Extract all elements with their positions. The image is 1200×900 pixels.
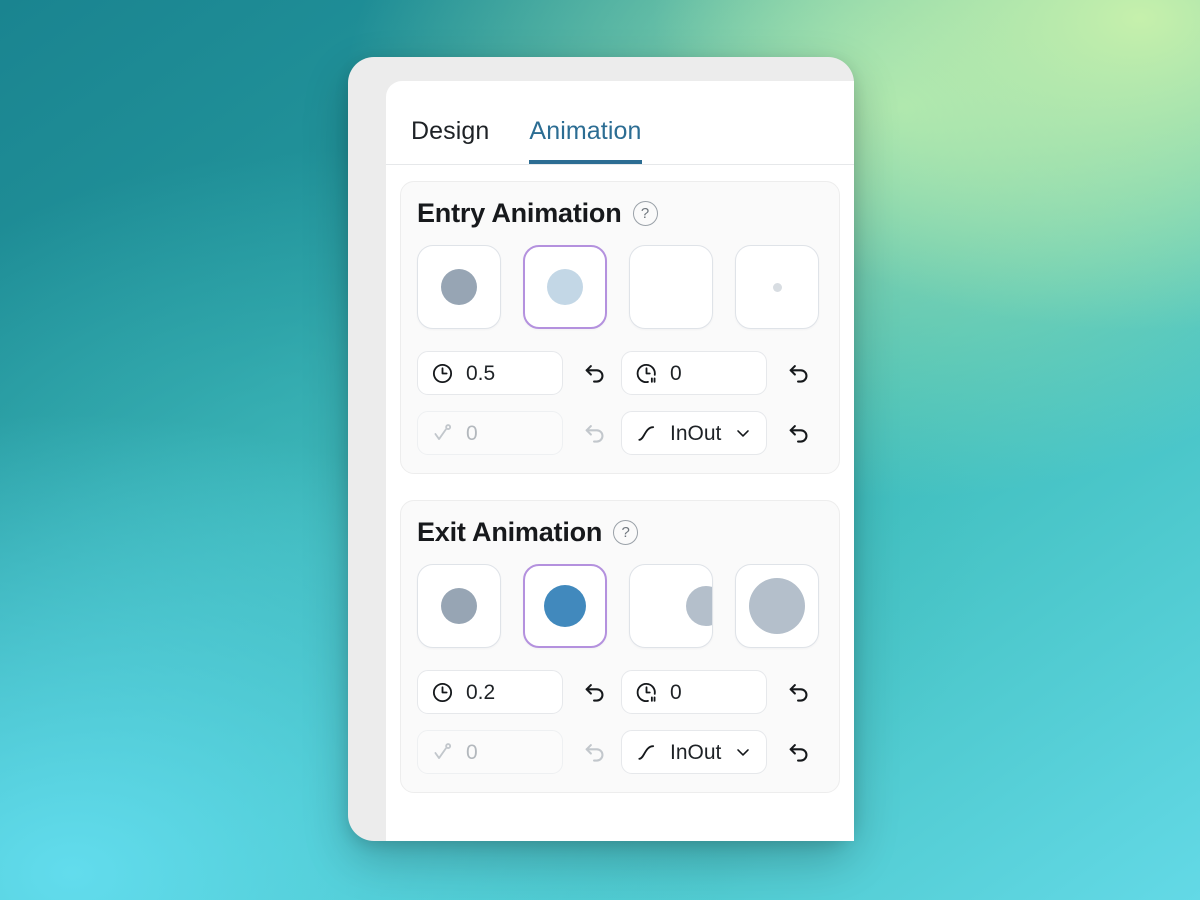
angle-input: 0: [417, 411, 563, 455]
preset-fade-out[interactable]: [523, 564, 607, 648]
easing-select[interactable]: InOut: [621, 411, 767, 455]
delay-input[interactable]: 0: [621, 351, 767, 395]
clock-icon: [431, 681, 454, 704]
angle-reset-button: [573, 411, 617, 455]
section-header: Entry Animation?: [417, 200, 825, 227]
preset-fade-in[interactable]: [523, 245, 607, 329]
easing-reset-button[interactable]: [777, 730, 821, 774]
tab-animation[interactable]: Animation: [529, 119, 642, 164]
field-row: 0 InOut: [415, 411, 825, 455]
duration-value: 0.5: [466, 361, 496, 385]
delay-value: 0: [670, 361, 682, 385]
section-title: Exit Animation: [417, 517, 603, 547]
preset-preview-circle: [749, 578, 805, 634]
easing-select[interactable]: InOut: [621, 730, 767, 774]
background-gradient: Design Animation Entry Animation? 0.5 0 0 InO…: [0, 0, 1200, 900]
delay-reset-button[interactable]: [777, 351, 821, 395]
preset-slide-out[interactable]: [629, 564, 713, 648]
preset-none[interactable]: [417, 245, 501, 329]
angle-value: 0: [466, 740, 478, 764]
preset-none[interactable]: [417, 564, 501, 648]
duration-reset-button[interactable]: [573, 670, 617, 714]
exit-animation-section: Exit Animation? 0.2 0 0 InOut: [400, 500, 840, 793]
duration-input[interactable]: 0.2: [417, 670, 563, 714]
angle-value: 0: [466, 421, 478, 445]
preset-preview-circle: [547, 269, 583, 305]
section-header: Exit Animation?: [417, 519, 825, 546]
preset-scale-in[interactable]: [735, 245, 819, 329]
tab-bar: Design Animation: [386, 81, 854, 165]
field-row: 0.2 0: [415, 670, 825, 714]
chevron-down-icon: [733, 742, 753, 762]
delay-value: 0: [670, 680, 682, 704]
duration-reset-button[interactable]: [573, 351, 617, 395]
section-title: Entry Animation: [417, 198, 622, 228]
preset-preview-circle: [686, 586, 712, 626]
delay-reset-button[interactable]: [777, 670, 821, 714]
help-circle-icon[interactable]: ?: [613, 520, 639, 545]
delay-input[interactable]: 0: [621, 670, 767, 714]
clock-icon: [431, 362, 454, 385]
tab-design[interactable]: Design: [411, 119, 489, 164]
entry-animation-section: Entry Animation? 0.5 0 0 InOut: [400, 181, 840, 474]
preset-slide-in[interactable]: [629, 245, 713, 329]
preset-preview-circle: [441, 588, 477, 624]
preset-preview-circle: [441, 269, 477, 305]
animation-panel: Design Animation Entry Animation? 0.5 0 0 InO…: [386, 81, 854, 841]
angle-input: 0: [417, 730, 563, 774]
easing-value: InOut: [670, 740, 722, 764]
preset-preview-circle: [544, 585, 586, 627]
preset-scale-out[interactable]: [735, 564, 819, 648]
help-circle-icon[interactable]: ?: [632, 201, 658, 226]
field-row: 0.5 0: [415, 351, 825, 395]
ease-curve-icon: [635, 422, 658, 445]
angle-degrees-icon: [431, 422, 454, 445]
preset-row: [415, 245, 825, 329]
clock-pause-icon: [635, 681, 658, 704]
clock-pause-icon: [635, 362, 658, 385]
ease-curve-icon: [635, 741, 658, 764]
chevron-down-icon: [733, 423, 753, 443]
device-frame: Design Animation Entry Animation? 0.5 0 0 InO…: [348, 57, 854, 841]
preset-preview-circle: [772, 282, 782, 292]
panel-body: Entry Animation? 0.5 0 0 InOut Exit Animation…: [386, 165, 854, 841]
preset-row: [415, 564, 825, 648]
duration-input[interactable]: 0.5: [417, 351, 563, 395]
easing-value: InOut: [670, 421, 722, 445]
field-row: 0 InOut: [415, 730, 825, 774]
angle-reset-button: [573, 730, 617, 774]
duration-value: 0.2: [466, 680, 496, 704]
easing-reset-button[interactable]: [777, 411, 821, 455]
angle-degrees-icon: [431, 741, 454, 764]
